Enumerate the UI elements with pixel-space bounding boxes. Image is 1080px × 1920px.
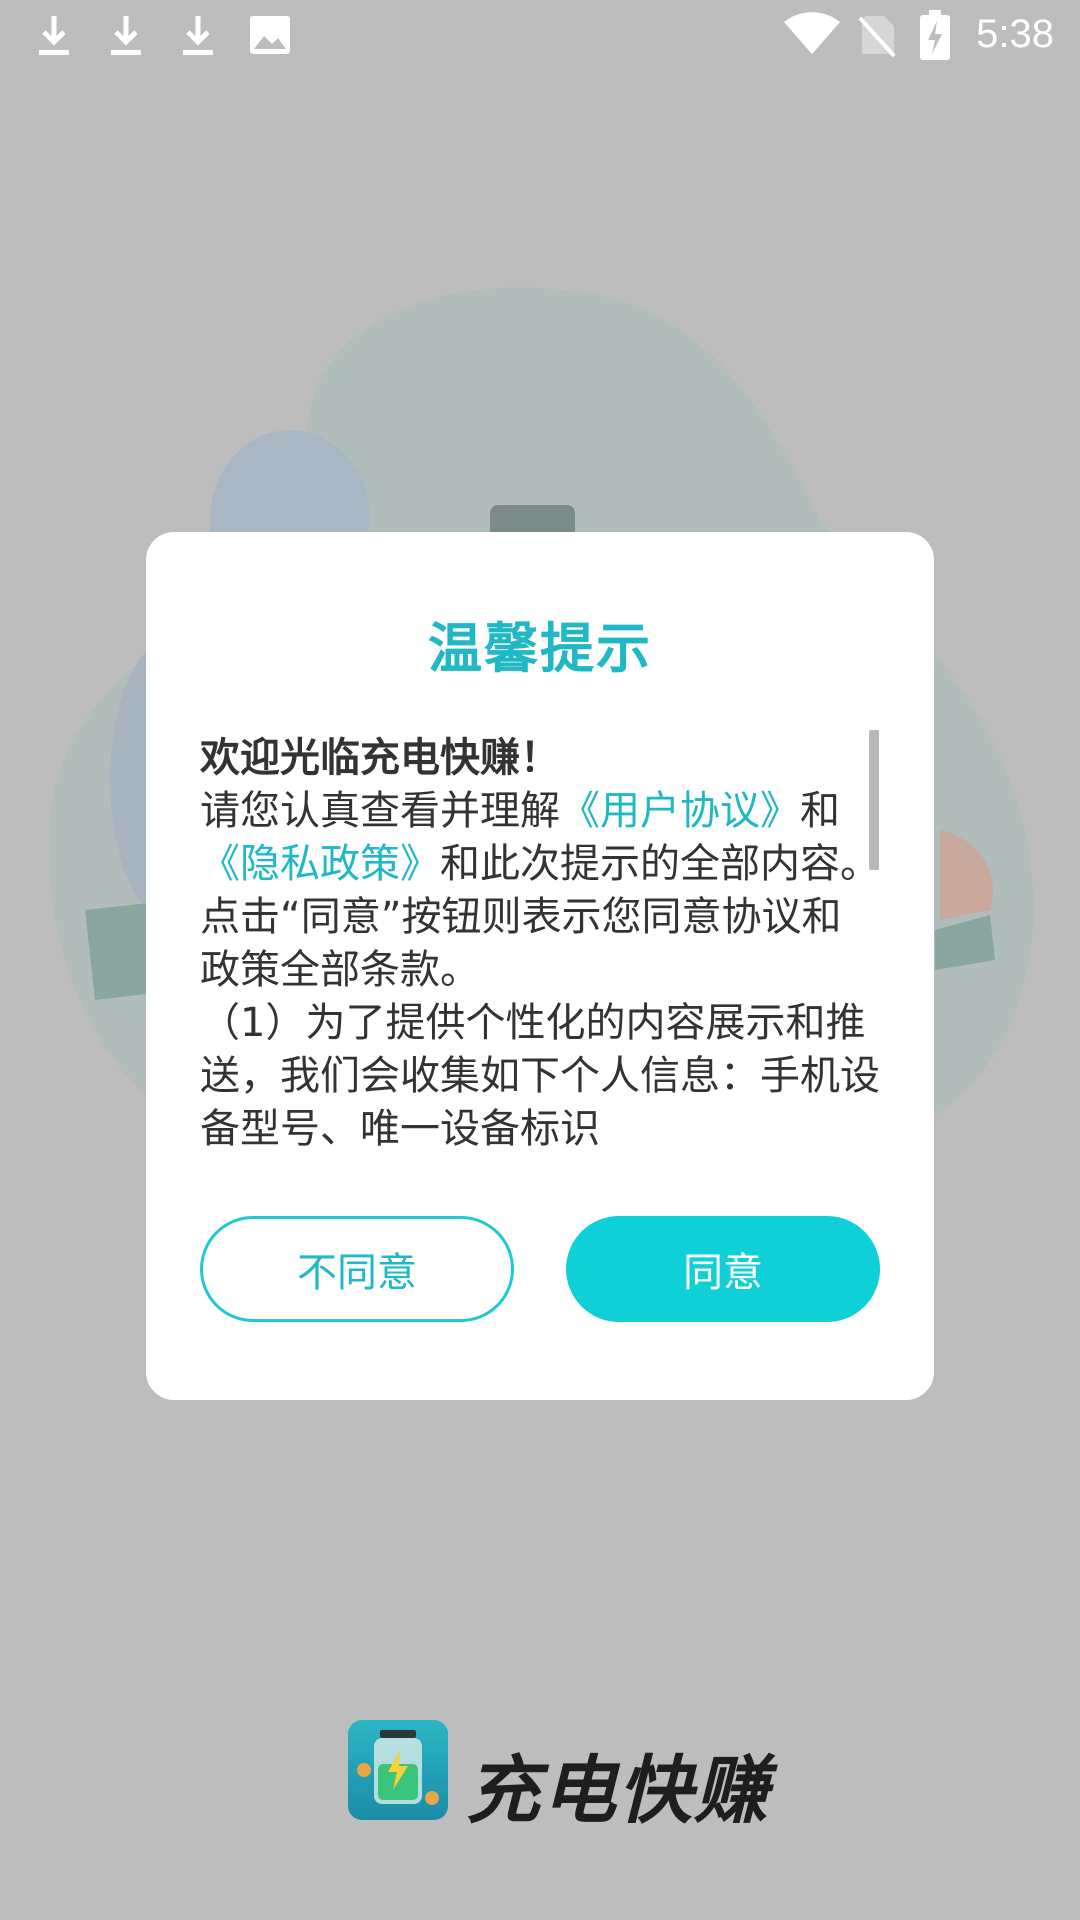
- welcome-text: 欢迎光临充电快赚！: [200, 735, 560, 781]
- no-sim-icon: [858, 16, 896, 58]
- battery-charging-icon: [920, 10, 950, 60]
- status-bar: 5:38: [0, 0, 1080, 76]
- disagree-button[interactable]: 不同意: [200, 1216, 514, 1322]
- agreement-paragraph: 请您认真查看并理解《用户协议》和《隐私政策》和此次提示的全部内容。点击“同意”按…: [200, 785, 880, 997]
- app-name: 充电快赚: [466, 1748, 770, 1834]
- clause-1-text: （1）为了提供个性化的内容展示和推送，我们会收集如下个人信息：手机设备型号、唯一…: [200, 1000, 880, 1152]
- user-agreement-link[interactable]: 《用户协议》: [560, 788, 800, 834]
- agreement-text-a: 请您认真查看并理解: [200, 788, 560, 834]
- privacy-policy-link[interactable]: 《隐私政策》: [200, 841, 440, 887]
- screen: 5:38 温馨提示 欢迎光临充电快赚！ 请您认真查看并理解《用户协议》和《隐私政…: [0, 0, 1080, 1920]
- content-scrollbar[interactable]: [869, 730, 879, 870]
- download-icon: [111, 16, 141, 55]
- agree-button[interactable]: 同意: [566, 1216, 880, 1322]
- clock: 5:38: [976, 12, 1054, 56]
- wifi-icon: [784, 12, 840, 54]
- agreement-text-b: 和: [800, 788, 840, 834]
- dialog-content[interactable]: 欢迎光临充电快赚！ 请您认真查看并理解《用户协议》和《隐私政策》和此次提示的全部…: [200, 732, 880, 1158]
- download-icon: [39, 16, 69, 55]
- app-logo-icon: [348, 1720, 448, 1820]
- download-icon: [183, 16, 213, 55]
- dialog-title: 温馨提示: [428, 617, 652, 680]
- image-icon: [250, 16, 290, 54]
